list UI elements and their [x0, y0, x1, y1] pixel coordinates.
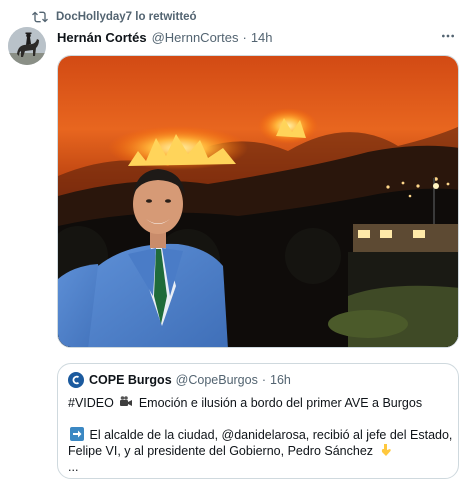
- quoted-tweet[interactable]: COPE Burgos @CopeBurgos · 16h #VIDEO Emo…: [57, 363, 459, 479]
- tweet-time[interactable]: 14h: [251, 30, 273, 45]
- video-camera-emoji: [119, 395, 133, 413]
- hashtag-video[interactable]: #VIDEO: [68, 396, 114, 410]
- avatar[interactable]: [8, 27, 46, 65]
- tweet-header: Hernán Cortés @HernnCortes · 14h: [57, 27, 460, 47]
- quoted-tweet-time: 16h: [270, 373, 291, 387]
- tweet-media-image[interactable]: [57, 55, 459, 348]
- author-handle[interactable]: @HernnCortes: [152, 30, 239, 45]
- retweet-text: DocHollyday7 lo retwitteó: [56, 11, 197, 23]
- more-options-icon[interactable]: [436, 26, 460, 46]
- quoted-author-name: COPE Burgos: [89, 373, 172, 387]
- quoted-text-line-2-content: El alcalde de la ciudad, @danidelarosa, …: [89, 428, 453, 442]
- quoted-text-line-1: #VIDEO Emoción e ilusión a bordo del pri…: [68, 395, 422, 413]
- quoted-author-handle: @CopeBurgos: [175, 373, 258, 387]
- separator-dot: ·: [242, 29, 247, 45]
- quoted-tweet-header: COPE Burgos @CopeBurgos · 16h: [68, 371, 291, 389]
- pointing-down-emoji: [379, 443, 393, 461]
- quoted-text-line-3-content: Felipe VI, y al presidente del Gobierno,…: [68, 444, 374, 458]
- retweet-context[interactable]: DocHollyday7 lo retwitteó: [32, 8, 197, 26]
- quoted-text-line-1-content: Emoción e ilusión a bordo del primer AVE…: [138, 396, 423, 410]
- quoted-avatar[interactable]: [68, 372, 84, 388]
- author-name[interactable]: Hernán Cortés: [57, 30, 147, 45]
- separator-dot: ·: [261, 373, 267, 387]
- retweet-icon: [32, 9, 48, 25]
- quoted-text-line-3: Felipe VI, y al presidente del Gobierno,…: [68, 443, 395, 461]
- quoted-text-ellipsis: ...: [68, 460, 79, 474]
